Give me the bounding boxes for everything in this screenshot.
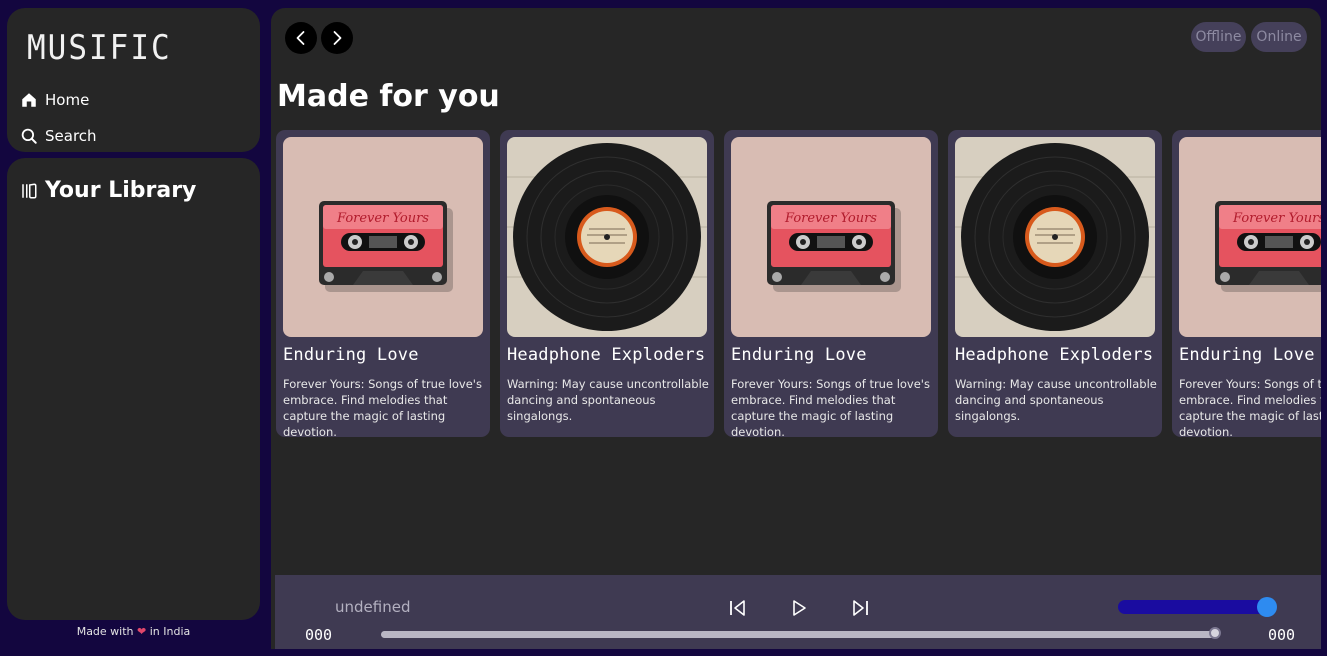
library-icon — [22, 182, 37, 198]
library-header[interactable]: Your Library — [20, 178, 196, 203]
section-title: Made for you — [277, 79, 500, 114]
volume-knob[interactable] — [1257, 597, 1277, 617]
card-title: Headphone Exploders — [507, 345, 706, 365]
progress-fill — [381, 631, 1215, 638]
skip-back-icon — [730, 600, 745, 616]
player-bar: undefined 000 000 — [275, 575, 1321, 649]
vinyl-art — [955, 137, 1155, 337]
cassette-art: Forever Yours — [1179, 137, 1321, 337]
card-description: Forever Yours: Songs of true love's embr… — [283, 377, 482, 439]
card-description: Warning: May cause uncontrollable dancin… — [955, 377, 1157, 423]
progress-bar[interactable] — [381, 631, 1219, 638]
track-name: undefined — [335, 598, 411, 616]
progress-knob[interactable] — [1208, 627, 1221, 639]
play-icon — [793, 600, 806, 616]
home-icon — [22, 93, 36, 107]
next-button[interactable] — [849, 597, 871, 619]
cassette-label-text: Forever Yours — [1232, 211, 1321, 226]
card-art: Forever Yours — [1179, 137, 1321, 337]
nav-home[interactable]: Home — [20, 88, 89, 112]
play-button[interactable] — [788, 597, 810, 619]
footer-prefix: Made with — [76, 625, 134, 638]
app-logo[interactable]: MUSIFIC — [27, 29, 172, 68]
sidebar-nav-panel: MUSIFIC Home Search — [7, 8, 260, 152]
library-title: Your Library — [45, 178, 197, 203]
playlist-card[interactable]: Headphone Exploders Warning: May cause un… — [500, 130, 714, 437]
card-description: Forever Yours: Songs of true love's embr… — [1179, 377, 1321, 439]
prev-button[interactable] — [727, 597, 749, 619]
card-art — [507, 137, 707, 337]
chevron-left-icon — [296, 31, 305, 45]
card-description: Warning: May cause uncontrollable dancin… — [507, 377, 709, 423]
cassette-label-text: Forever Yours — [784, 211, 877, 226]
playlist-card[interactable]: Forever Yours Enduring Love Forever Yours… — [276, 130, 490, 439]
card-row: Forever Yours Enduring Love Forever Yours… — [276, 130, 1321, 440]
search-icon — [21, 128, 37, 144]
time-total: 000 — [1268, 626, 1296, 644]
library-panel: Your Library — [7, 158, 260, 620]
playlist-card[interactable]: Headphone Exploders Warning: May cause un… — [948, 130, 1162, 437]
card-art: Forever Yours — [731, 137, 931, 337]
card-art — [955, 137, 1155, 337]
card-title: Enduring Love — [283, 345, 419, 365]
skip-forward-icon — [853, 600, 868, 616]
forward-button[interactable] — [321, 22, 353, 54]
footer-suffix: in India — [149, 625, 191, 638]
heart-icon: ❤ — [137, 625, 147, 638]
cassette-art: Forever Yours — [731, 137, 931, 337]
card-description: Forever Yours: Songs of true love's embr… — [731, 377, 930, 439]
playlist-card[interactable]: Forever Yours Enduring Love Forever Yours… — [1172, 130, 1321, 439]
nav-search-label: Search — [45, 127, 97, 145]
card-art: Forever Yours — [283, 137, 483, 337]
card-title: Enduring Love — [1179, 345, 1315, 365]
nav-home-label: Home — [45, 91, 90, 109]
card-title: Headphone Exploders — [955, 345, 1154, 365]
footer-credit: Made with ❤ in India — [7, 625, 260, 638]
cassette-art: Forever Yours — [283, 137, 483, 337]
offline-badge[interactable]: Offline — [1191, 22, 1246, 52]
card-title: Enduring Love — [731, 345, 867, 365]
volume-slider[interactable] — [1118, 600, 1268, 614]
back-button[interactable] — [285, 22, 317, 54]
chevron-right-icon — [333, 31, 342, 45]
nav-search[interactable]: Search — [20, 124, 97, 148]
time-current: 000 — [305, 626, 333, 644]
main-content: Offline Online Made for you Forever Your… — [271, 8, 1321, 649]
cassette-label-text: Forever Yours — [336, 211, 429, 226]
online-badge[interactable]: Online — [1251, 22, 1307, 52]
vinyl-art — [507, 137, 707, 337]
playlist-card[interactable]: Forever Yours Enduring Love Forever Yours… — [724, 130, 938, 439]
